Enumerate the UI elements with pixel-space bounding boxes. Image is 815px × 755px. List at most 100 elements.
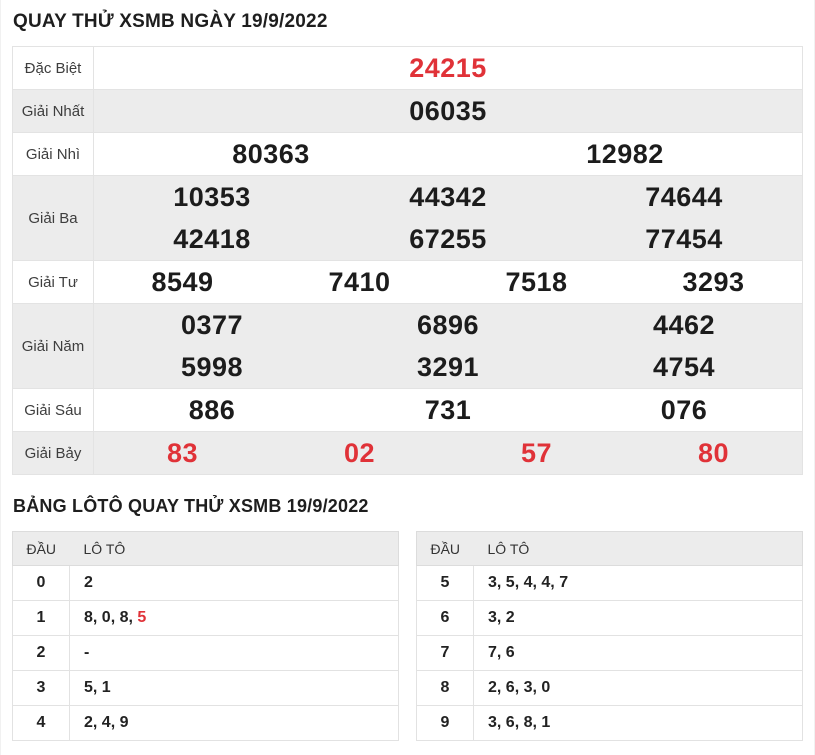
prize-number: 80	[697, 438, 730, 468]
result-row: Giải Nhất 06035	[13, 90, 802, 133]
loto-value: 2	[505, 609, 515, 626]
prize-line: 8549 7410 7518 3293	[94, 261, 802, 303]
prize-number: 8549	[151, 267, 214, 297]
result-row: Giải Bảy 83 02 57 80	[13, 432, 802, 474]
prize-line: 24215	[94, 47, 802, 89]
loto-value: 3	[488, 574, 497, 591]
loto-header-row: ĐẦU LÔ TÔ	[12, 531, 399, 566]
loto-value: 5	[84, 679, 93, 696]
loto-value: 8	[84, 609, 93, 626]
loto-dau-cell: 3	[12, 670, 70, 706]
prize-number: 7410	[328, 267, 391, 297]
loto-dau-cell: 6	[416, 600, 474, 636]
prize-number: 06035	[409, 96, 487, 126]
loto-dau-cell: 7	[416, 635, 474, 671]
results-table: Đặc Biệt 24215 Giải Nhất 06035 Giải Nhì 80363…	[12, 46, 803, 475]
prize-number: 74644	[645, 182, 723, 212]
prize-label: Giải Nhất	[13, 90, 94, 132]
prize-number: 80363	[232, 139, 310, 169]
prize-number: 57	[520, 438, 553, 468]
prize-number: 4462	[652, 310, 716, 340]
prize-number: 886	[188, 395, 236, 425]
prize-label: Giải Bảy	[13, 432, 94, 474]
loto-value: 3	[488, 714, 497, 731]
loto-row: 6 3, 2	[416, 600, 803, 636]
loto-values-cell: 3, 5, 4, 4, 7	[473, 565, 803, 601]
prize-number: 12982	[586, 139, 664, 169]
prize-number: 5998	[180, 352, 244, 382]
prize-number: 77454	[645, 224, 723, 254]
loto-values-cell: 2, 4, 9	[69, 705, 399, 741]
loto-value: 2	[488, 679, 497, 696]
loto-value: 1	[541, 714, 551, 731]
loto-values-cell: 7, 6	[473, 635, 803, 671]
result-row: Đặc Biệt 24215	[13, 47, 802, 90]
prize-values: 24215	[94, 47, 802, 89]
loto-header-loto: LÔ TÔ	[69, 531, 399, 566]
loto-value: 9	[119, 714, 129, 731]
prize-values: 83 02 57 80	[94, 432, 802, 474]
prize-label: Giải Ba	[13, 176, 94, 260]
loto-value: 5	[137, 609, 147, 626]
loto-values-cell: 3, 6, 8, 1	[473, 705, 803, 741]
prize-line: 886 731 076	[94, 389, 802, 431]
prize-number: 4754	[652, 352, 716, 382]
result-row: Giải Tư 8549 7410 7518 3293	[13, 261, 802, 304]
loto-value: 7	[488, 644, 497, 661]
prize-values: 06035	[94, 90, 802, 132]
loto-header-loto: LÔ TÔ	[473, 531, 803, 566]
loto-dau-cell: 4	[12, 705, 70, 741]
prize-number: 3293	[682, 267, 745, 297]
prize-label: Giải Sáu	[13, 389, 94, 431]
prize-values: 8549 7410 7518 3293	[94, 261, 802, 303]
prize-number: 3291	[416, 352, 480, 382]
loto-values-cell: 5, 1	[69, 670, 399, 706]
loto-value: 6	[505, 644, 515, 661]
loto-dau-cell: 8	[416, 670, 474, 706]
loto-value: 6	[505, 714, 515, 731]
prize-number: 24215	[409, 53, 487, 83]
prize-number: 7518	[505, 267, 568, 297]
prize-number: 6896	[416, 310, 480, 340]
loto-value: 2	[84, 714, 93, 731]
result-row: Giải Ba 10353 44342 74644 42418 67255 77454	[13, 176, 802, 261]
prize-line: 06035	[94, 90, 802, 132]
loto-values-cell: -	[69, 635, 399, 671]
result-row: Giải Sáu 886 731 076	[13, 389, 802, 432]
loto-value: 4	[523, 574, 533, 591]
prize-values: 886 731 076	[94, 389, 802, 431]
loto-row: 7 7, 6	[416, 635, 803, 671]
prize-number: 731	[424, 395, 472, 425]
prize-line: 80363 12982	[94, 133, 802, 175]
loto-value: 5	[505, 574, 515, 591]
loto-row: 1 8, 0, 8, 5	[12, 600, 399, 636]
result-row: Giải Nhì 80363 12982	[13, 133, 802, 176]
loto-value: 3	[523, 679, 533, 696]
loto-header-dau: ĐẦU	[12, 531, 70, 566]
loto-values-cell: 3, 2	[473, 600, 803, 636]
loto-value: 7	[559, 574, 569, 591]
prize-number: 44342	[409, 182, 487, 212]
result-row: Giải Năm 0377 6896 4462 5998 3291 4754	[13, 304, 802, 389]
loto-dau-cell: 2	[12, 635, 70, 671]
loto-values-cell: 2	[69, 565, 399, 601]
prize-values: 80363 12982	[94, 133, 802, 175]
loto-value: 6	[505, 679, 515, 696]
prize-label: Giải Tư	[13, 261, 94, 303]
prize-number: 67255	[409, 224, 487, 254]
loto-value: 0	[101, 609, 111, 626]
prize-values: 0377 6896 4462 5998 3291 4754	[94, 304, 802, 388]
prize-number: 83	[166, 438, 199, 468]
prize-line: 10353 44342 74644	[94, 176, 802, 218]
loto-title: BẢNG LÔTÔ QUAY THỬ XSMB 19/9/2022	[13, 496, 369, 516]
prize-number: 42418	[173, 224, 251, 254]
loto-value: 4	[541, 574, 551, 591]
loto-dau-cell: 9	[416, 705, 474, 741]
loto-row: 5 3, 5, 4, 4, 7	[416, 565, 803, 601]
loto-value: -	[84, 644, 90, 661]
loto-value: 4	[101, 714, 111, 731]
prize-line: 0377 6896 4462	[94, 304, 802, 346]
content-column: QUAY THỬ XSMB NGÀY 19/9/2022 Đặc Biệt 242…	[0, 0, 815, 755]
loto-value: 3	[488, 609, 497, 626]
prize-number: 10353	[173, 182, 251, 212]
